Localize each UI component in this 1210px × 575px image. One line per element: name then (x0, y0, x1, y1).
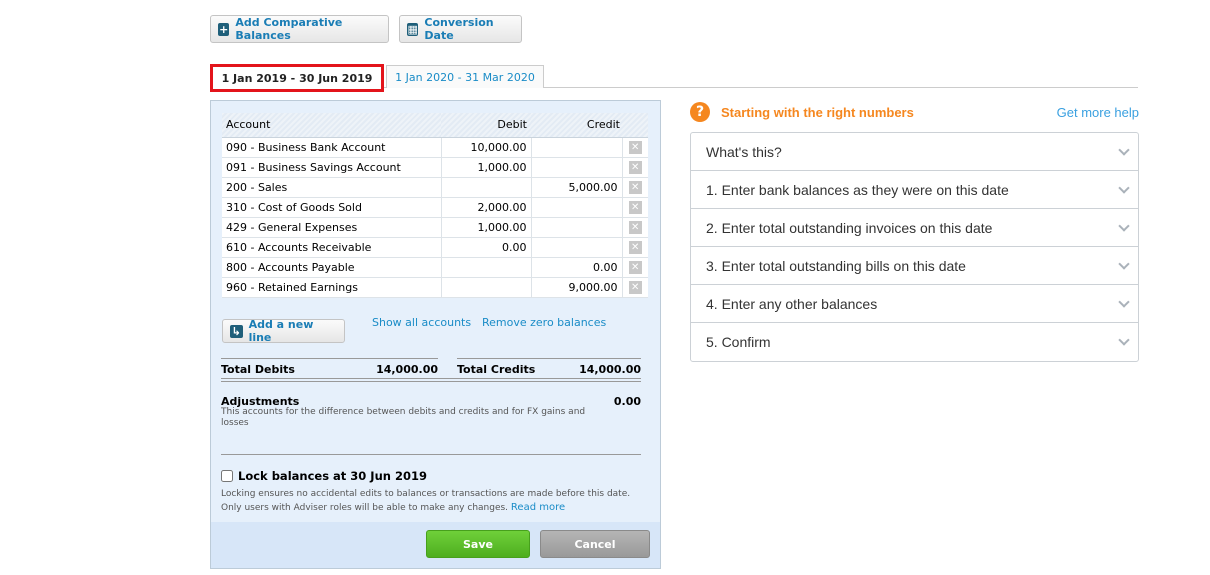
tab-2019[interactable]: 1 Jan 2019 - 30 Jun 2019 (210, 64, 384, 92)
credit-cell[interactable] (531, 157, 623, 178)
total-credits-value: 14,000.00 (579, 363, 641, 376)
debit-cell[interactable] (441, 177, 532, 198)
total-debits-value: 14,000.00 (376, 363, 438, 376)
question-icon: ? (690, 102, 710, 122)
account-cell[interactable]: 310 - Cost of Goods Sold (222, 197, 442, 218)
delete-row-icon[interactable]: ✕ (628, 200, 642, 214)
save-button[interactable]: Save (426, 530, 530, 558)
header-account: Account (222, 113, 441, 138)
help-accordion: What's this? 1. Enter bank balances as th… (690, 132, 1139, 362)
debit-cell[interactable]: 0.00 (441, 237, 532, 258)
button-label: Add a new line (248, 318, 314, 344)
account-cell[interactable]: 091 - Business Savings Account (222, 157, 442, 178)
balances-panel: Account Debit Credit 090 - Business Bank… (210, 100, 661, 569)
credit-cell[interactable]: 5,000.00 (531, 177, 623, 198)
add-line-icon: ↳ (230, 324, 243, 338)
header-credit: Credit (531, 113, 648, 138)
delete-row-icon[interactable]: ✕ (628, 260, 642, 274)
panel-footer: Save Cancel (211, 522, 660, 568)
accordion-item[interactable]: 2. Enter total outstanding invoices on t… (691, 209, 1138, 247)
delete-row-icon[interactable]: ✕ (628, 180, 642, 194)
lock-desc-text: Locking ensures no accidental edits to b… (221, 489, 631, 513)
adjustments-desc: This accounts for the difference between… (221, 407, 586, 428)
delete-row-icon[interactable]: ✕ (628, 220, 642, 234)
debit-cell[interactable]: 2,000.00 (441, 197, 532, 218)
lock-balances-label: Lock balances at 30 Jun 2019 (238, 469, 427, 483)
lock-balances[interactable]: Lock balances at 30 Jun 2019 (221, 469, 427, 483)
table-row: 429 - General Expenses 1,000.00 ✕ (222, 217, 648, 238)
chevron-down-icon (1118, 143, 1130, 156)
add-new-line-button[interactable]: ↳ Add a new line (222, 318, 345, 344)
account-cell[interactable]: 090 - Business Bank Account (222, 137, 442, 158)
accordion-item[interactable]: What's this? (691, 133, 1138, 171)
chevron-down-icon (1118, 295, 1130, 308)
conversion-date-button[interactable]: ▦ Conversion Date (399, 15, 522, 43)
account-cell[interactable]: 800 - Accounts Payable (222, 257, 442, 278)
chevron-down-icon (1118, 181, 1130, 194)
accordion-item-label: 1. Enter bank balances as they were on t… (706, 181, 1009, 198)
delete-row-icon[interactable]: ✕ (628, 240, 642, 254)
account-cell[interactable]: 429 - General Expenses (222, 217, 442, 238)
table-row: 610 - Accounts Receivable 0.00 ✕ (222, 237, 648, 258)
table-row: 090 - Business Bank Account 10,000.00 ✕ (222, 137, 648, 158)
show-all-accounts-link[interactable]: Show all accounts (372, 316, 471, 329)
tab-2020[interactable]: 1 Jan 2020 - 31 Mar 2020 (386, 65, 544, 88)
header-debit: Debit (441, 113, 531, 138)
debit-cell[interactable]: 10,000.00 (441, 137, 532, 158)
accordion-item[interactable]: 4. Enter any other balances (691, 285, 1138, 323)
accordion-item[interactable]: 3. Enter total outstanding bills on this… (691, 247, 1138, 285)
lock-balances-checkbox[interactable] (221, 470, 233, 482)
total-credits-label: Total Credits (457, 363, 536, 376)
account-cell[interactable]: 200 - Sales (222, 177, 442, 198)
calendar-icon: ▦ (407, 22, 419, 36)
table-row: 310 - Cost of Goods Sold 2,000.00 ✕ (222, 197, 648, 218)
accordion-item-label: 3. Enter total outstanding bills on this… (706, 257, 966, 274)
read-more-link[interactable]: Read more (511, 502, 565, 513)
accordion-item-label: What's this? (706, 143, 782, 160)
period-tabs: 1 Jan 2020 - 31 Mar 2020 1 Jan 2019 - 30… (210, 64, 1138, 92)
help-title: Starting with the right numbers (721, 105, 914, 120)
divider (221, 454, 641, 455)
credit-cell[interactable] (531, 137, 623, 158)
button-label: Conversion Date (424, 16, 494, 42)
debit-cell[interactable] (441, 257, 532, 278)
delete-row-icon[interactable]: ✕ (628, 280, 642, 294)
table-row: 960 - Retained Earnings 9,000.00 ✕ (222, 277, 648, 298)
remove-zero-balances-link[interactable]: Remove zero balances (482, 316, 606, 329)
credit-cell[interactable]: 9,000.00 (531, 277, 623, 298)
add-comparative-balances-button[interactable]: + Add Comparative Balances (210, 15, 389, 43)
credit-cell[interactable] (531, 197, 623, 218)
chevron-down-icon (1118, 334, 1130, 346)
accordion-item-label: 4. Enter any other balances (706, 295, 878, 312)
balances-table: Account Debit Credit 090 - Business Bank… (222, 113, 648, 298)
credit-cell[interactable] (531, 237, 623, 258)
delete-row-icon[interactable]: ✕ (628, 140, 642, 154)
total-debits-label: Total Debits (221, 363, 295, 376)
chevron-down-icon (1118, 257, 1130, 270)
chevron-down-icon (1118, 219, 1130, 232)
table-row: 800 - Accounts Payable 0.00 ✕ (222, 257, 648, 278)
table-row: 091 - Business Savings Account 1,000.00 ✕ (222, 157, 648, 178)
button-label: Add Comparative Balances (235, 16, 343, 42)
plus-icon: + (218, 22, 230, 36)
cancel-button[interactable]: Cancel (540, 530, 650, 558)
debit-cell[interactable] (441, 277, 532, 298)
account-cell[interactable]: 610 - Accounts Receivable (222, 237, 442, 258)
divider (221, 378, 641, 382)
credit-cell[interactable] (531, 217, 623, 238)
credit-cell[interactable]: 0.00 (531, 257, 623, 278)
get-more-help-link[interactable]: Get more help (1057, 105, 1139, 120)
adjustments-value: 0.00 (613, 395, 641, 408)
accordion-item-label: 2. Enter total outstanding invoices on t… (706, 219, 993, 236)
accordion-item[interactable]: 1. Enter bank balances as they were on t… (691, 171, 1138, 209)
accordion-item[interactable]: 5. Confirm (691, 323, 1138, 361)
delete-row-icon[interactable]: ✕ (628, 160, 642, 174)
lock-desc: Locking ensures no accidental edits to b… (221, 488, 641, 515)
debit-cell[interactable]: 1,000.00 (441, 217, 532, 238)
account-cell[interactable]: 960 - Retained Earnings (222, 277, 442, 298)
debit-cell[interactable]: 1,000.00 (441, 157, 532, 178)
accordion-item-label: 5. Confirm (706, 334, 771, 350)
table-row: 200 - Sales 5,000.00 ✕ (222, 177, 648, 198)
